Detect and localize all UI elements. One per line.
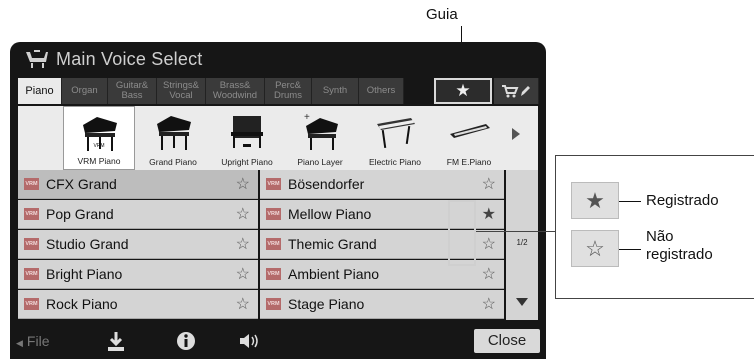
speaker-icon[interactable] (238, 331, 262, 351)
tab-brass-woodwind[interactable]: Brass& Woodwind (206, 78, 265, 104)
tab-guitar-bass[interactable]: Guitar& Bass (108, 78, 157, 104)
tab-favorites[interactable]: ★ (434, 78, 492, 104)
tab-perc-drums[interactable]: Perc& Drums (265, 78, 312, 104)
unregistered-label-line1: Não (646, 228, 674, 245)
instrument-label: Upright Piano (221, 157, 273, 167)
speaker-dots-icon: ◀ (16, 338, 23, 348)
title-bar: Main Voice Select (10, 42, 546, 76)
upright-piano-icon (231, 116, 263, 148)
page-scroll-column: 1/2 (506, 170, 538, 320)
star-icon[interactable]: ☆ (236, 204, 250, 224)
voice-row-studio-grand[interactable]: VRM Studio Grand ☆ (18, 230, 258, 259)
star-icon[interactable]: ☆ (236, 234, 250, 254)
voice-name: Themic Grand (288, 236, 377, 252)
file-button[interactable]: ◀ File (16, 333, 49, 349)
tab-piano[interactable]: Piano (18, 78, 62, 104)
star-icon[interactable]: ☆ (236, 294, 250, 314)
vrm-badge: VRM (266, 178, 281, 190)
vrm-badge: VRM (266, 268, 281, 280)
electric-piano-icon (377, 118, 415, 149)
voice-name: Pop Grand (46, 206, 114, 222)
registered-star-icon: ★ (571, 182, 619, 219)
voice-name: Ambient Piano (288, 266, 380, 282)
instrument-label: VRM Piano (77, 156, 121, 166)
piano-layer-icon: + (304, 112, 338, 150)
guia-callout-label: Guia (426, 6, 458, 23)
instrument-vrm-piano[interactable]: VRM VRM Piano (63, 106, 135, 170)
window-title: Main Voice Select (56, 49, 203, 69)
star-icon[interactable]: ☆ (482, 174, 496, 194)
instrument-fm-epiano[interactable]: FM E.Piano (436, 106, 502, 170)
download-icon[interactable] (106, 331, 126, 353)
voice-name: Mellow Piano (288, 206, 372, 222)
star-icon[interactable]: ☆ (482, 264, 496, 284)
cart-icon (502, 85, 519, 98)
instrument-electric-piano[interactable]: Electric Piano (357, 106, 433, 170)
vrm-badge: VRM (24, 268, 39, 280)
instrument-grand-piano[interactable]: Grand Piano (138, 106, 208, 170)
voice-row-pop-grand[interactable]: VRM Pop Grand ☆ (18, 200, 258, 229)
favorite-legend: ★ Registrado ☆ Não registrado (555, 155, 754, 299)
unregistered-label-line2: registrado (646, 246, 713, 263)
close-button[interactable]: Close (474, 329, 540, 353)
svg-text:+: + (304, 112, 310, 123)
vrm-badge: VRM (24, 298, 39, 310)
voice-row-bosendorfer[interactable]: VRM Bösendorfer ☆ (260, 170, 504, 199)
legend-connector-line (476, 231, 555, 232)
instrument-label: Grand Piano (149, 157, 197, 167)
star-icon[interactable]: ☆ (482, 234, 496, 254)
star-icon[interactable]: ☆ (236, 174, 250, 194)
star-icon[interactable]: ☆ (482, 294, 496, 314)
grand-piano-icon (157, 116, 191, 150)
tab-tools[interactable] (494, 78, 539, 104)
voice-name: Bright Piano (46, 266, 123, 282)
vrm-badge: VRM (266, 238, 281, 250)
svg-text:VRM: VRM (93, 143, 104, 149)
tab-synth[interactable]: Synth (312, 78, 359, 104)
voice-name: Bösendorfer (288, 176, 365, 192)
voice-row-bright-piano[interactable]: VRM Bright Piano ☆ (18, 260, 258, 289)
star-icon[interactable]: ☆ (236, 264, 250, 284)
keyboard-icon (450, 124, 490, 138)
keyboard-logo-icon (26, 50, 48, 68)
voice-name: CFX Grand (46, 176, 117, 192)
unregistered-star-icon: ☆ (571, 230, 619, 267)
instrument-label: FM E.Piano (446, 157, 492, 167)
grand-piano-icon: VRM (83, 117, 117, 151)
legend-tick (619, 249, 641, 250)
info-icon[interactable] (176, 331, 196, 351)
tab-organ[interactable]: Organ (62, 78, 108, 104)
instrument-image-row: VRM VRM Piano Grand Piano Upright Piano … (18, 106, 538, 170)
vrm-badge: VRM (24, 208, 39, 220)
voice-name: Rock Piano (46, 296, 118, 312)
tab-strings-vocal[interactable]: Strings& Vocal (157, 78, 206, 104)
registered-label: Registrado (646, 192, 719, 209)
voice-name: Studio Grand (46, 236, 129, 252)
voice-name: Stage Piano (288, 296, 365, 312)
page-indicator: 1/2 (516, 238, 528, 247)
instrument-label: Electric Piano (369, 157, 421, 167)
vrm-badge: VRM (266, 298, 281, 310)
vrm-badge: VRM (266, 208, 281, 220)
voice-row-stage-piano[interactable]: VRM Stage Piano ☆ (260, 290, 504, 319)
chevron-right-icon[interactable] (512, 128, 520, 140)
edit-icon (521, 86, 530, 96)
bottom-bar: ◀ File Close (10, 323, 546, 359)
instrument-label: Piano Layer (297, 157, 343, 167)
chevron-down-icon[interactable] (516, 298, 528, 306)
vrm-badge: VRM (24, 238, 39, 250)
file-label: File (26, 333, 50, 349)
voice-row-rock-piano[interactable]: VRM Rock Piano ☆ (18, 290, 258, 319)
instrument-upright-piano[interactable]: Upright Piano (211, 106, 283, 170)
tab-others[interactable]: Others (359, 78, 404, 104)
vrm-badge: VRM (24, 178, 39, 190)
instrument-piano-layer[interactable]: + Piano Layer (286, 106, 354, 170)
favorite-stars-highlight (448, 200, 476, 266)
legend-tick (619, 201, 641, 202)
voice-row-cfx-grand[interactable]: VRM CFX Grand ☆ (18, 170, 258, 199)
category-tabs: Piano Organ Guitar& Bass Strings& Vocal … (18, 78, 539, 106)
star-icon[interactable]: ★ (482, 204, 496, 224)
